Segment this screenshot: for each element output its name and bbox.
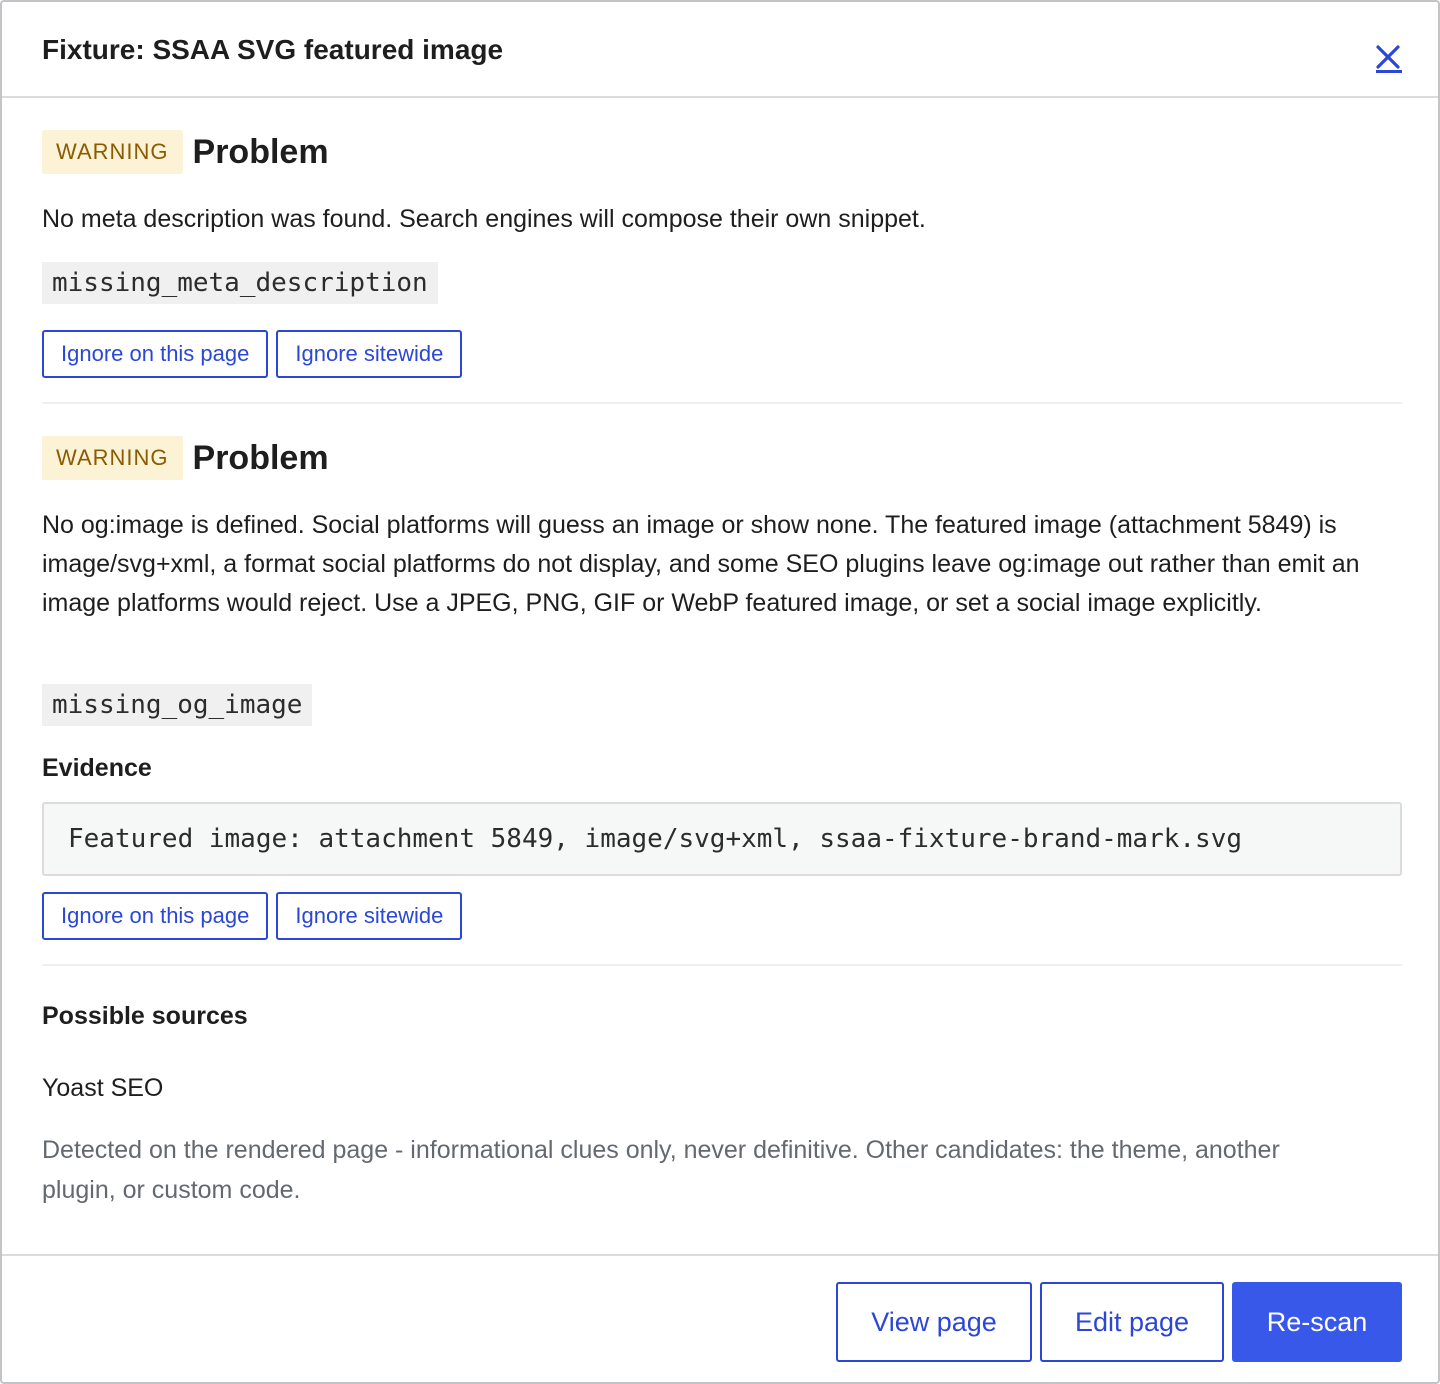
issue-details-modal: Fixture: SSAA SVG featured image WARNING… (0, 0, 1440, 1384)
issue-code: missing_og_image (42, 684, 313, 726)
modal-title: Fixture: SSAA SVG featured image (42, 34, 504, 65)
ignore-on-page-button[interactable]: Ignore on this page (42, 330, 269, 378)
view-page-button[interactable]: View page (836, 1282, 1032, 1362)
issue-title: Problem (192, 438, 329, 477)
divider (42, 964, 1402, 966)
issue-actions: Ignore on this page Ignore sitewide (42, 330, 463, 378)
source-item: Yoast SEO (42, 1074, 164, 1102)
issue-description: No og:image is defined. Social platforms… (42, 511, 1360, 617)
evidence-box: Featured image: attachment 5849, image/s… (42, 802, 1402, 876)
issue-code: missing_meta_description (42, 262, 438, 304)
ignore-sitewide-button[interactable]: Ignore sitewide (276, 892, 463, 940)
rescan-button[interactable]: Re-scan (1232, 1282, 1402, 1362)
warning-badge: WARNING (42, 130, 183, 174)
ignore-on-page-button[interactable]: Ignore on this page (42, 892, 269, 940)
close-x-icon (1376, 45, 1400, 69)
edit-page-button[interactable]: Edit page (1040, 1282, 1224, 1362)
sources-note: Detected on the rendered page - informat… (42, 1136, 1280, 1204)
modal-header: Fixture: SSAA SVG featured image (2, 2, 1438, 98)
close-link-underline (1376, 70, 1402, 73)
modal-footer: View page Edit page Re-scan (2, 1254, 1438, 1382)
evidence-label: Evidence (42, 754, 152, 782)
warning-badge: WARNING (42, 436, 183, 480)
issue-header: WARNING Problem (42, 128, 329, 176)
issue-actions: Ignore on this page Ignore sitewide (42, 892, 463, 940)
issue-title: Problem (192, 132, 329, 171)
sources-title: Possible sources (42, 1002, 248, 1030)
issue-header: WARNING Problem (42, 434, 329, 482)
divider (42, 402, 1402, 404)
ignore-sitewide-button[interactable]: Ignore sitewide (276, 330, 463, 378)
issue-description: No meta description was found. Search en… (42, 205, 926, 233)
